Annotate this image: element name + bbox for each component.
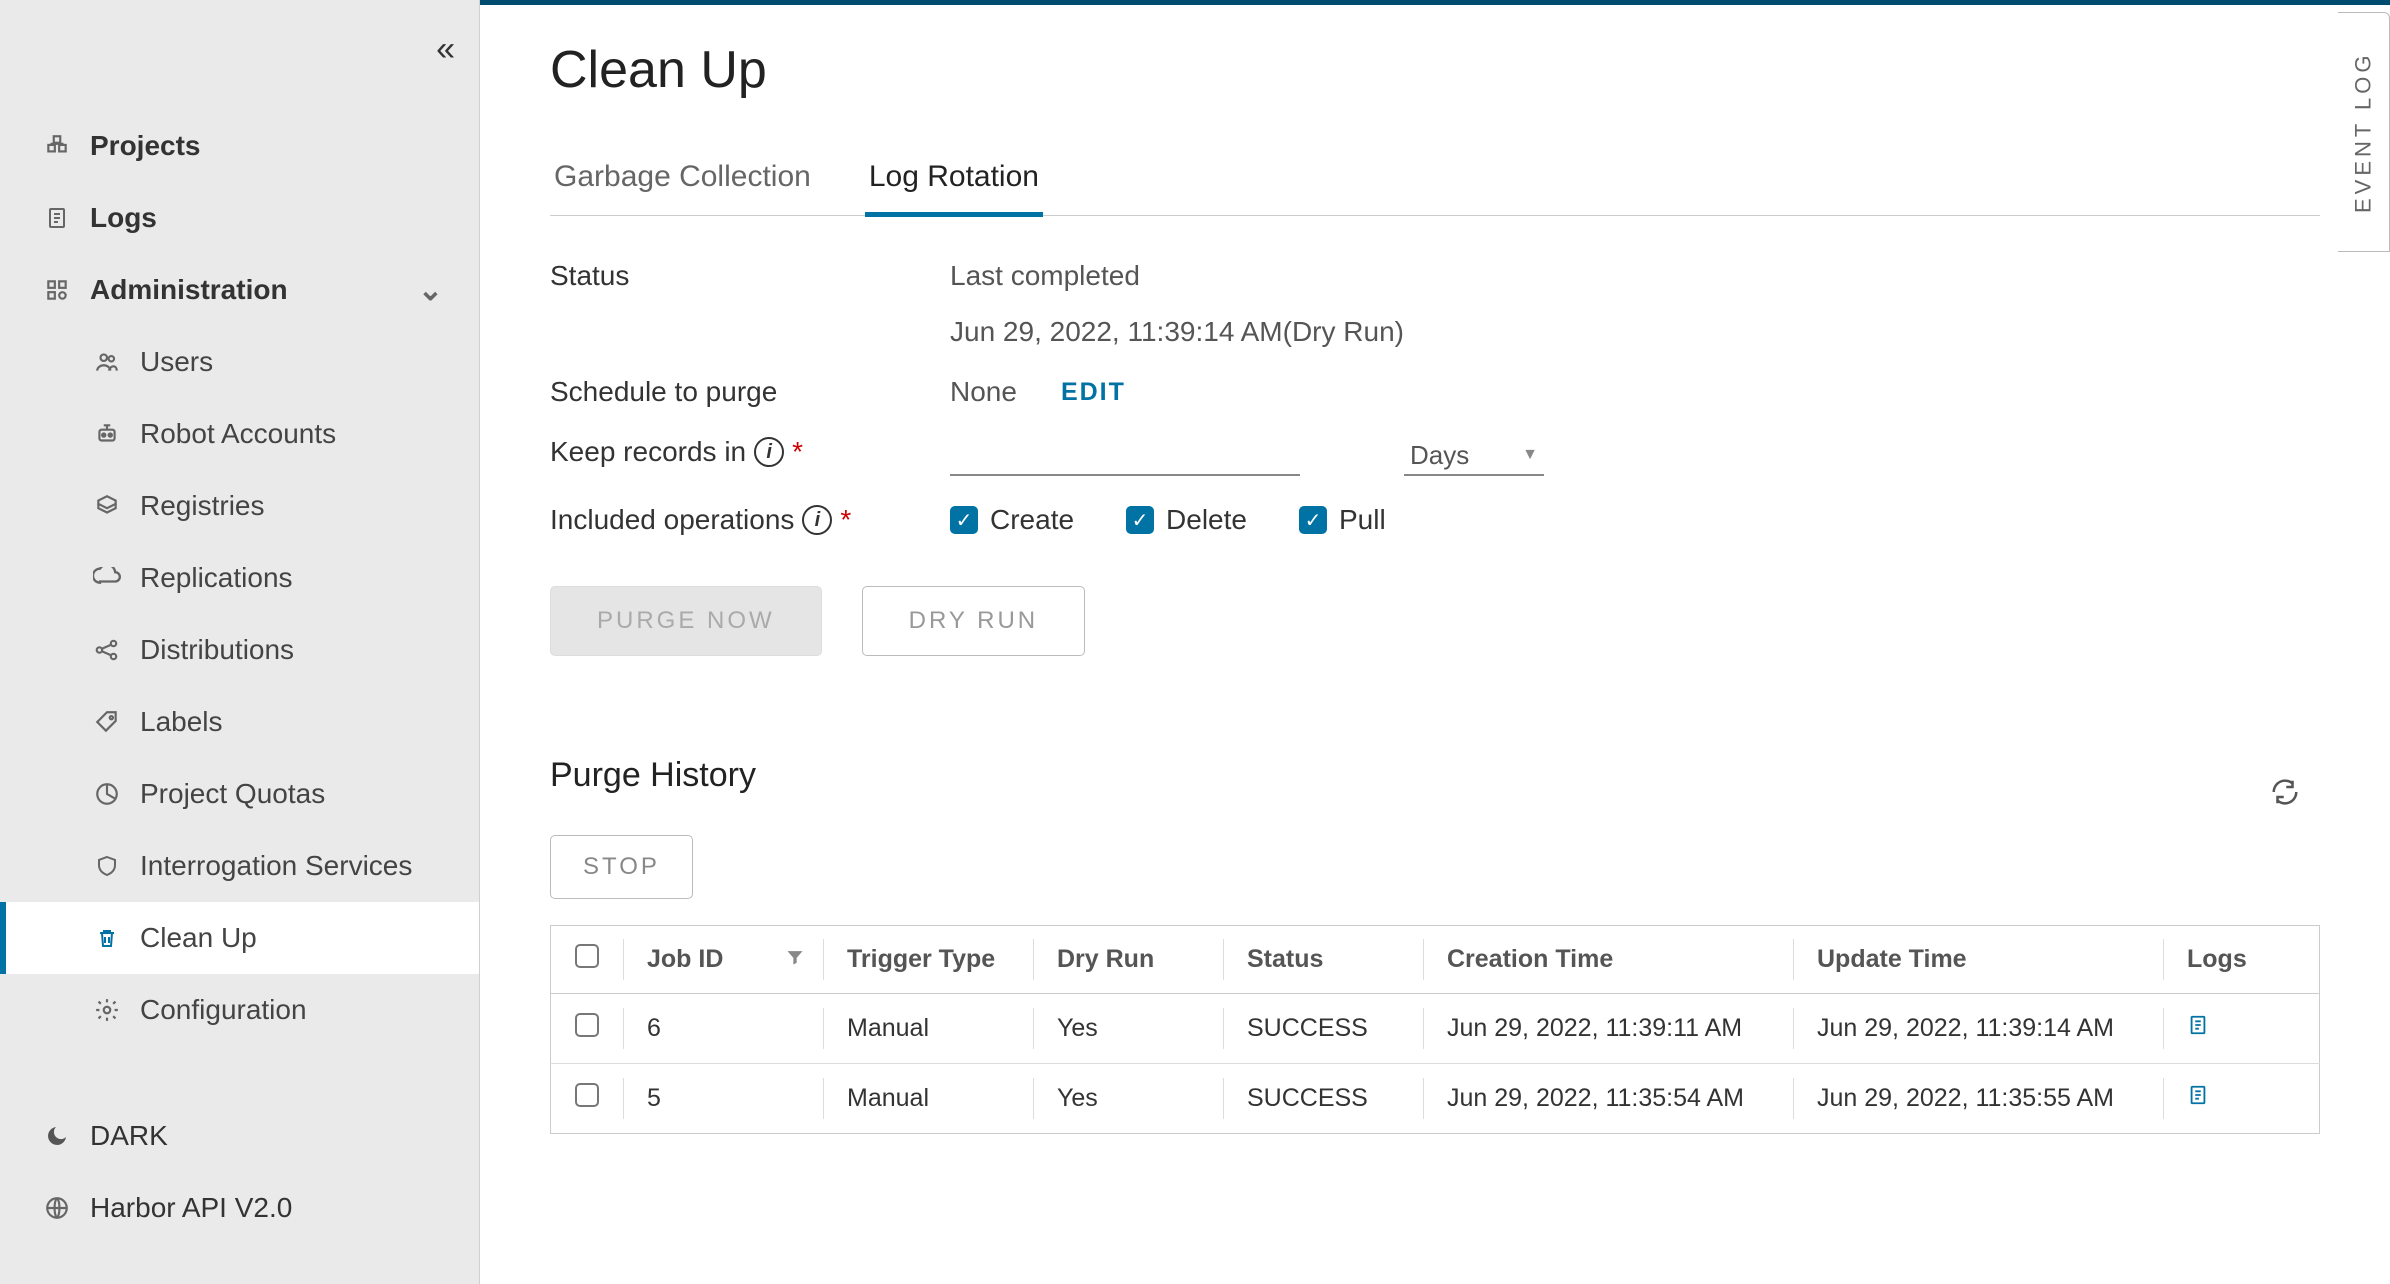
info-icon[interactable]: i bbox=[754, 437, 784, 467]
refresh-icon[interactable] bbox=[2270, 777, 2300, 815]
purge-now-button: PURGE NOW bbox=[550, 586, 822, 656]
sidebar-item-logs[interactable]: Logs bbox=[0, 182, 479, 254]
sidebar-item-label: Administration bbox=[90, 274, 288, 306]
sidebar-item-distributions[interactable]: Distributions bbox=[0, 614, 479, 686]
schedule-value: None bbox=[950, 376, 1017, 408]
sidebar-item-replications[interactable]: Replications bbox=[0, 542, 479, 614]
gear-icon bbox=[92, 995, 122, 1025]
sidebar-item-label: Clean Up bbox=[140, 922, 257, 954]
tabs: Garbage Collection Log Rotation bbox=[550, 160, 2320, 216]
sidebar-item-label: Users bbox=[140, 346, 213, 378]
labels-icon bbox=[92, 707, 122, 737]
tab-garbage-collection[interactable]: Garbage Collection bbox=[550, 160, 815, 215]
sidebar-item-clean-up[interactable]: Clean Up bbox=[0, 902, 479, 974]
sidebar-item-robot-accounts[interactable]: Robot Accounts bbox=[0, 398, 479, 470]
view-log-icon[interactable] bbox=[2187, 1014, 2209, 1044]
page-title: Clean Up bbox=[550, 40, 2320, 100]
schedule-label: Schedule to purge bbox=[550, 376, 950, 408]
sidebar-item-label: Configuration bbox=[140, 994, 307, 1026]
main-content: EVENT LOG Clean Up Garbage Collection Lo… bbox=[480, 0, 2390, 1284]
row-checkbox[interactable] bbox=[575, 1013, 599, 1037]
select-all-checkbox[interactable] bbox=[575, 944, 599, 968]
info-icon[interactable]: i bbox=[802, 505, 832, 535]
sidebar-item-label: Interrogation Services bbox=[140, 850, 412, 882]
api-label: Harbor API V2.0 bbox=[90, 1192, 292, 1224]
api-icon bbox=[42, 1193, 72, 1223]
sidebar-item-project-quotas[interactable]: Project Quotas bbox=[0, 758, 479, 830]
table-row: 6 Manual Yes SUCCESS Jun 29, 2022, 11:39… bbox=[551, 994, 2320, 1064]
registries-icon bbox=[92, 491, 122, 521]
sidebar-collapse-icon[interactable]: « bbox=[436, 30, 455, 69]
distributions-icon bbox=[92, 635, 122, 665]
admin-icon bbox=[42, 275, 72, 305]
chevron-down-icon: ⌄ bbox=[418, 273, 443, 308]
sidebar-item-labels[interactable]: Labels bbox=[0, 686, 479, 758]
keep-unit-select[interactable]: Days ▼ bbox=[1404, 436, 1544, 476]
filter-icon[interactable] bbox=[785, 947, 805, 973]
checkbox-pull[interactable]: ✓ bbox=[1299, 506, 1327, 534]
sidebar-item-administration[interactable]: Administration ⌄ bbox=[0, 254, 479, 326]
projects-icon bbox=[42, 131, 72, 161]
row-checkbox[interactable] bbox=[575, 1083, 599, 1107]
logs-icon bbox=[42, 203, 72, 233]
checkbox-delete[interactable]: ✓ bbox=[1126, 506, 1154, 534]
sidebar-item-interrogation[interactable]: Interrogation Services bbox=[0, 830, 479, 902]
shield-icon bbox=[92, 851, 122, 881]
sidebar-item-label: Robot Accounts bbox=[140, 418, 336, 450]
sidebar-item-registries[interactable]: Registries bbox=[0, 470, 479, 542]
event-log-tab[interactable]: EVENT LOG bbox=[2338, 12, 2390, 252]
api-link[interactable]: Harbor API V2.0 bbox=[0, 1172, 479, 1244]
keep-records-input[interactable] bbox=[950, 436, 1300, 476]
quotas-icon bbox=[92, 779, 122, 809]
table-row: 5 Manual Yes SUCCESS Jun 29, 2022, 11:35… bbox=[551, 1064, 2320, 1134]
robot-icon bbox=[92, 419, 122, 449]
sidebar: « Projects Logs Administration ⌄ bbox=[0, 0, 480, 1284]
sidebar-item-label: Projects bbox=[90, 130, 201, 162]
dry-run-button[interactable]: DRY RUN bbox=[862, 586, 1085, 656]
trash-icon bbox=[92, 923, 122, 953]
dark-mode-toggle[interactable]: DARK bbox=[0, 1100, 479, 1172]
sidebar-item-label: Registries bbox=[140, 490, 264, 522]
status-label: Status bbox=[550, 260, 950, 292]
edit-schedule-link[interactable]: EDIT bbox=[1061, 378, 1126, 407]
sidebar-item-label: Logs bbox=[90, 202, 157, 234]
view-log-icon[interactable] bbox=[2187, 1084, 2209, 1114]
sidebar-item-label: Project Quotas bbox=[140, 778, 325, 810]
keep-records-label: Keep records in i * bbox=[550, 436, 950, 468]
sidebar-item-projects[interactable]: Projects bbox=[0, 110, 479, 182]
checkbox-create[interactable]: ✓ bbox=[950, 506, 978, 534]
sidebar-item-label: Distributions bbox=[140, 634, 294, 666]
stop-button[interactable]: STOP bbox=[550, 835, 693, 899]
sidebar-item-configuration[interactable]: Configuration bbox=[0, 974, 479, 1046]
replications-icon bbox=[92, 563, 122, 593]
purge-history-title: Purge History bbox=[550, 756, 756, 795]
included-ops-label: Included operations i * bbox=[550, 504, 950, 536]
sidebar-item-label: Labels bbox=[140, 706, 223, 738]
sidebar-item-users[interactable]: Users bbox=[0, 326, 479, 398]
status-value: Last completed Jun 29, 2022, 11:39:14 AM… bbox=[950, 260, 1650, 348]
sidebar-item-label: Replications bbox=[140, 562, 293, 594]
dark-label: DARK bbox=[90, 1120, 168, 1152]
tab-log-rotation[interactable]: Log Rotation bbox=[865, 160, 1043, 217]
chevron-down-icon: ▼ bbox=[1522, 446, 1538, 464]
moon-icon bbox=[42, 1121, 72, 1151]
users-icon bbox=[92, 347, 122, 377]
purge-history-table: Job ID Trigger Type Dry Run Status Creat… bbox=[550, 925, 2320, 1134]
